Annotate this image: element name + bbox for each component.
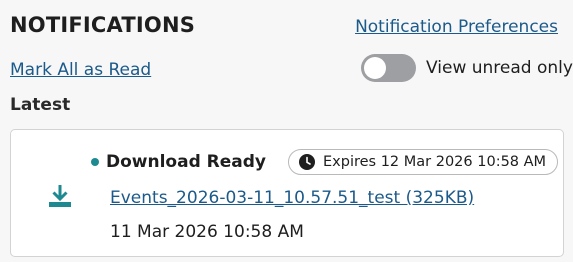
view-unread-toggle[interactable]: View unread only xyxy=(361,54,573,82)
toggle-switch[interactable] xyxy=(361,54,416,82)
notification-status-text: Download Ready xyxy=(106,152,267,172)
toggle-knob xyxy=(364,57,386,79)
page-title: NOTIFICATIONS xyxy=(10,13,196,37)
notifications-panel: NOTIFICATIONS Notification Preferences M… xyxy=(0,0,573,262)
expires-badge: Expires 12 Mar 2026 10:58 AM xyxy=(288,149,559,175)
download-icon[interactable] xyxy=(48,183,72,209)
notification-status: Download Ready xyxy=(91,152,266,172)
unread-dot xyxy=(91,158,99,166)
notification-timestamp: 11 Mar 2026 10:58 AM xyxy=(110,222,304,242)
download-file-link[interactable]: Events_2026-03-11_10.57.51_test (325KB) xyxy=(110,188,474,208)
notification-preferences-link[interactable]: Notification Preferences xyxy=(355,17,558,37)
view-unread-label: View unread only xyxy=(426,58,573,78)
mark-all-read-link[interactable]: Mark All as Read xyxy=(10,60,151,80)
notification-card: Download Ready Expires 12 Mar 2026 10:58… xyxy=(10,129,564,257)
clock-icon xyxy=(299,154,315,170)
expires-text: Expires 12 Mar 2026 10:58 AM xyxy=(323,154,547,170)
section-heading-latest: Latest xyxy=(10,95,71,115)
